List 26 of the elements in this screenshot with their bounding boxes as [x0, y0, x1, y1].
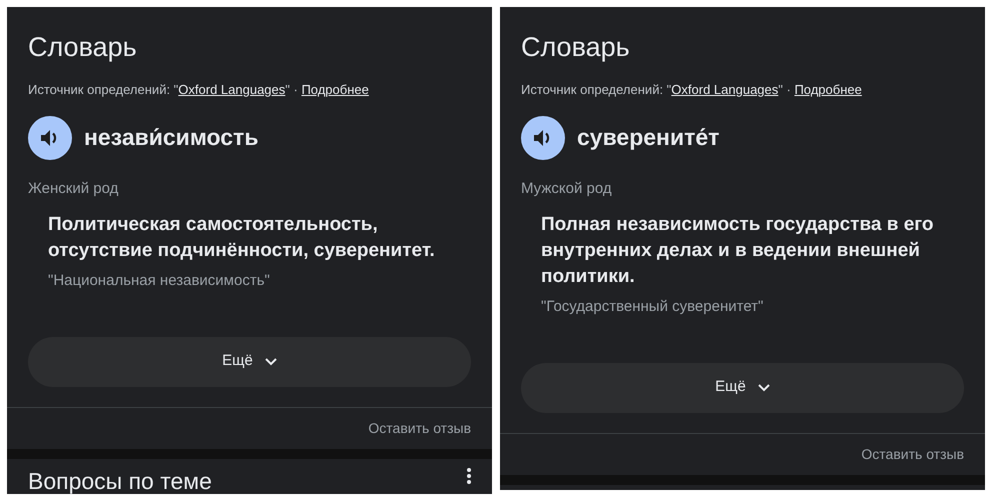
chevron-down-icon	[758, 384, 770, 392]
source-link[interactable]: Oxford Languages	[178, 82, 286, 97]
grammar-label: Мужской род	[521, 178, 613, 198]
more-info-link[interactable]: Подробнее	[794, 82, 862, 97]
speaker-button[interactable]	[28, 116, 72, 160]
chevron-down-icon	[264, 358, 277, 366]
headword: незави́симость	[84, 123, 258, 152]
speaker-button[interactable]	[521, 116, 565, 160]
headword: суверените́т	[577, 123, 720, 152]
more-options-icon[interactable]	[467, 468, 471, 484]
more-button[interactable]: Ещё	[28, 336, 471, 386]
source-line: Источник определений: "Oxford Languages" · Подробнее	[521, 81, 863, 99]
grammar-label: Женский род	[28, 178, 120, 198]
source-line: Источник определений: "Oxford Languages" · Подробнее	[28, 81, 370, 99]
section-title: Словарь	[521, 31, 631, 64]
section-title: Вопросы по теме	[28, 468, 212, 494]
more-button[interactable]: Ещё	[521, 362, 964, 412]
source-link[interactable]: Oxford Languages	[671, 82, 778, 97]
definition-text: Политическая самостоятельность, отсутствие подчинённости, суверенитет.	[48, 213, 436, 263]
example-text: "Национальная независимость"	[48, 271, 271, 291]
more-info-link[interactable]: Подробнее	[301, 82, 369, 97]
section-title: Словарь	[28, 31, 138, 64]
example-text: "Государственный суверенитет"	[541, 297, 764, 317]
definition-text: Полная независимость государства в его внутренних делах и в ведении внешней политики.	[541, 213, 935, 289]
feedback-link[interactable]: Оставить отзыв	[368, 418, 471, 438]
feedback-link[interactable]: Оставить отзыв	[861, 444, 964, 464]
